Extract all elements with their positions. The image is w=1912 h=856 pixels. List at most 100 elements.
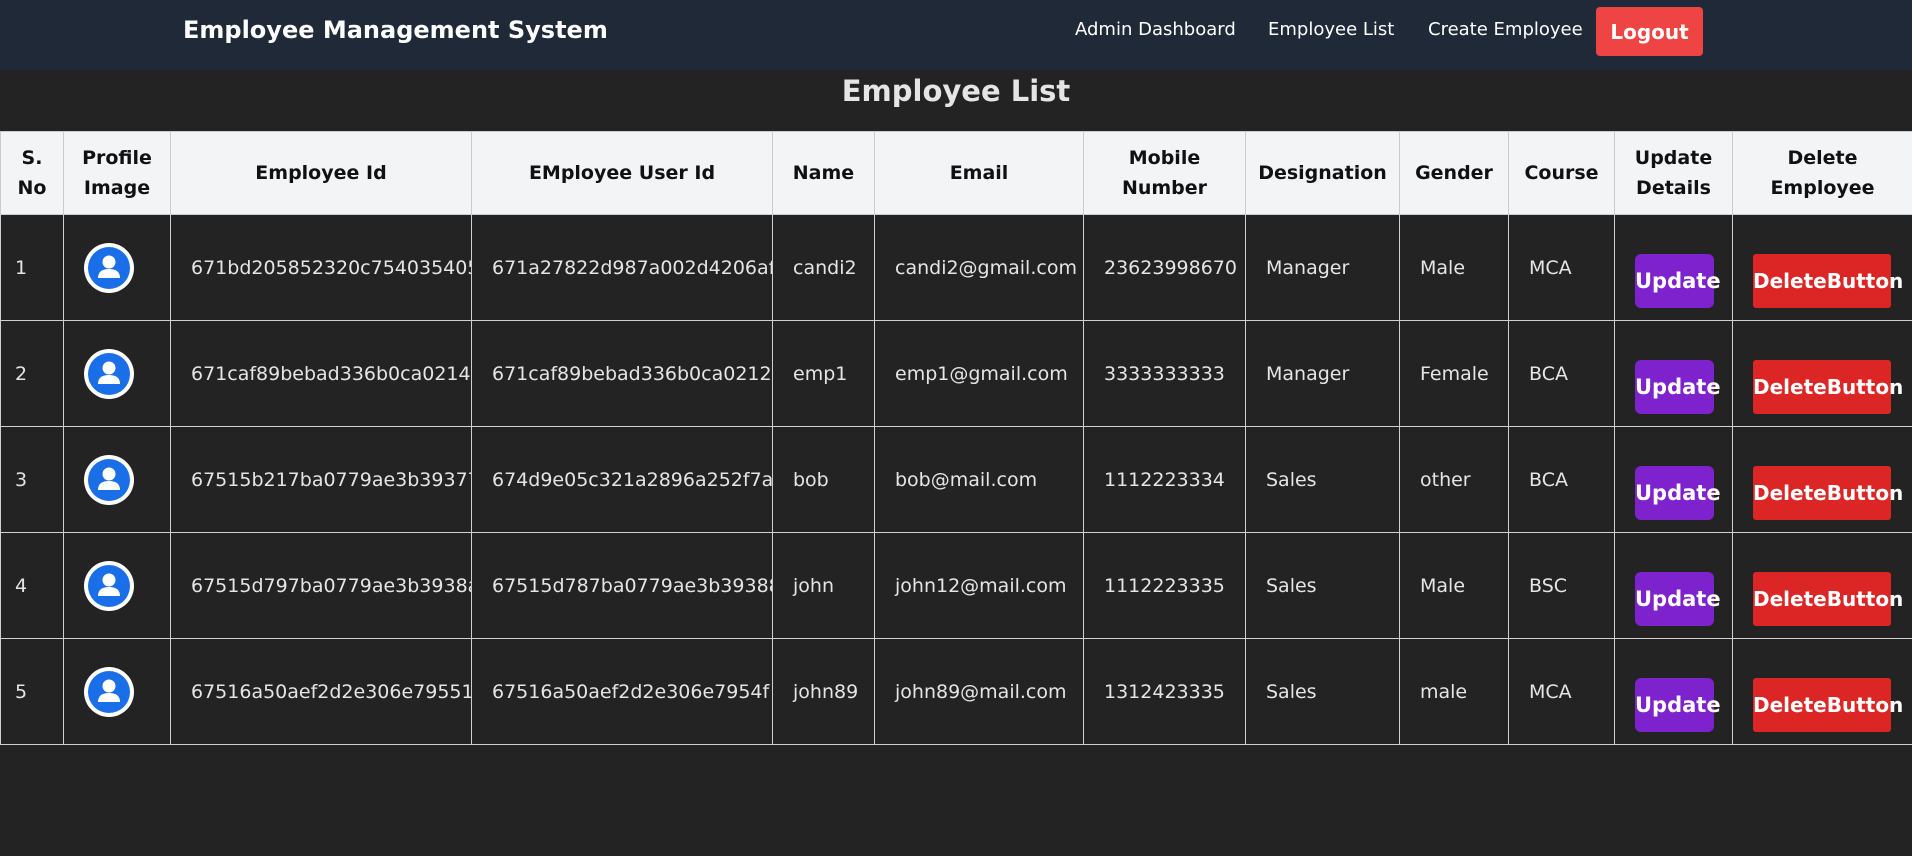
user-avatar-icon	[84, 242, 134, 293]
cell-course: BSC	[1508, 532, 1615, 639]
nav-create-employee[interactable]: Create Employee	[1428, 19, 1583, 40]
top-navbar: Employee Management System Admin Dashboa…	[0, 0, 1912, 70]
cell-update: Update	[1614, 214, 1733, 321]
cell-gender: Male	[1399, 214, 1509, 321]
cell-name: emp1	[772, 320, 875, 427]
cell-mobile: 23623998670	[1083, 214, 1246, 321]
cell-email: bob@mail.com	[874, 426, 1084, 533]
cell-gender: other	[1399, 426, 1509, 533]
cell-profile-image	[63, 426, 171, 533]
cell-profile-image	[63, 320, 171, 427]
cell-sno: 1	[0, 214, 64, 321]
cell-delete: DeleteButton	[1732, 214, 1912, 321]
header-employee-user-id: EMployee User Id	[471, 131, 773, 215]
header-name: Name	[772, 131, 875, 215]
cell-user-id: 67516a50aef2d2e306e7954f	[471, 638, 773, 745]
cell-update: Update	[1614, 532, 1733, 639]
delete-button[interactable]: DeleteButton	[1753, 359, 1903, 414]
cell-designation: Sales	[1245, 532, 1400, 639]
cell-employee-id: 671bd205852320c754035405	[170, 214, 472, 321]
cell-delete: DeleteButton	[1732, 638, 1912, 745]
update-button[interactable]: Update	[1635, 359, 1721, 414]
cell-update: Update	[1614, 426, 1733, 533]
cell-user-id: 67515d787ba0779ae3b39388	[471, 532, 773, 639]
cell-course: MCA	[1508, 638, 1615, 745]
header-sno: S. No	[0, 131, 64, 215]
update-button[interactable]: Update	[1635, 571, 1721, 626]
page-title: Employee List	[841, 74, 1071, 108]
user-avatar-icon	[84, 454, 134, 505]
cell-update: Update	[1614, 638, 1733, 745]
cell-profile-image	[63, 214, 171, 321]
cell-sno: 5	[0, 638, 64, 745]
header-profile-image: Profile Image	[63, 131, 171, 215]
header-update-details: Update Details	[1614, 131, 1733, 215]
cell-gender: Female	[1399, 320, 1509, 427]
cell-gender: Male	[1399, 532, 1509, 639]
cell-employee-id: 67515d797ba0779ae3b3938a	[170, 532, 472, 639]
cell-employee-id: 671caf89bebad336b0ca0214	[170, 320, 472, 427]
cell-user-id: 671a27822d987a002d4206af	[471, 214, 773, 321]
cell-gender: male	[1399, 638, 1509, 745]
cell-sno: 2	[0, 320, 64, 427]
header-delete-employee: Delete Employee	[1732, 131, 1912, 215]
employee-table: S. No Profile Image Employee Id EMployee…	[0, 131, 1912, 745]
user-avatar-icon	[84, 348, 134, 399]
cell-employee-id: 67516a50aef2d2e306e79551	[170, 638, 472, 745]
nav-admin-dashboard[interactable]: Admin Dashboard	[1075, 19, 1236, 40]
brand-title: Employee Management System	[183, 16, 608, 44]
cell-employee-id: 67515b217ba0779ae3b39377	[170, 426, 472, 533]
user-avatar-icon	[84, 666, 134, 717]
cell-name: john	[772, 532, 875, 639]
cell-email: emp1@gmail.com	[874, 320, 1084, 427]
cell-user-id: 671caf89bebad336b0ca0212	[471, 320, 773, 427]
header-course: Course	[1508, 131, 1615, 215]
cell-email: candi2@gmail.com	[874, 214, 1084, 321]
table-row: 1 671bd205852320c754035405 671a27822d987…	[0, 214, 1912, 321]
cell-mobile: 1112223334	[1083, 426, 1246, 533]
table-row: 5 67516a50aef2d2e306e79551 67516a50aef2d…	[0, 638, 1912, 745]
cell-name: john89	[772, 638, 875, 745]
update-button[interactable]: Update	[1635, 465, 1721, 520]
cell-delete: DeleteButton	[1732, 320, 1912, 427]
delete-button[interactable]: DeleteButton	[1753, 465, 1903, 520]
update-button[interactable]: Update	[1635, 677, 1721, 732]
cell-update: Update	[1614, 320, 1733, 427]
delete-button[interactable]: DeleteButton	[1753, 253, 1903, 308]
cell-profile-image	[63, 532, 171, 639]
delete-button[interactable]: DeleteButton	[1753, 571, 1903, 626]
table-row: 2 671caf89bebad336b0ca0214 671caf89bebad…	[0, 320, 1912, 427]
cell-name: bob	[772, 426, 875, 533]
cell-mobile: 3333333333	[1083, 320, 1246, 427]
cell-sno: 3	[0, 426, 64, 533]
header-gender: Gender	[1399, 131, 1509, 215]
table-row: 4 67515d797ba0779ae3b3938a 67515d787ba07…	[0, 532, 1912, 639]
header-designation: Designation	[1245, 131, 1400, 215]
delete-button[interactable]: DeleteButton	[1753, 677, 1903, 732]
logout-button[interactable]: Logout	[1596, 7, 1703, 56]
cell-mobile: 1112223335	[1083, 532, 1246, 639]
header-employee-id: Employee Id	[170, 131, 472, 215]
cell-profile-image	[63, 638, 171, 745]
cell-designation: Sales	[1245, 638, 1400, 745]
header-email: Email	[874, 131, 1084, 215]
cell-name: candi2	[772, 214, 875, 321]
table-row: 3 67515b217ba0779ae3b39377 674d9e05c321a…	[0, 426, 1912, 533]
cell-email: john89@mail.com	[874, 638, 1084, 745]
table-header-row: S. No Profile Image Employee Id EMployee…	[0, 131, 1912, 215]
cell-sno: 4	[0, 532, 64, 639]
nav-employee-list[interactable]: Employee List	[1268, 19, 1394, 40]
cell-designation: Manager	[1245, 320, 1400, 427]
cell-course: MCA	[1508, 214, 1615, 321]
header-mobile-number: Mobile Number	[1083, 131, 1246, 215]
cell-delete: DeleteButton	[1732, 426, 1912, 533]
cell-designation: Manager	[1245, 214, 1400, 321]
cell-designation: Sales	[1245, 426, 1400, 533]
cell-course: BCA	[1508, 320, 1615, 427]
user-avatar-icon	[84, 560, 134, 611]
cell-mobile: 1312423335	[1083, 638, 1246, 745]
cell-course: BCA	[1508, 426, 1615, 533]
update-button[interactable]: Update	[1635, 253, 1721, 308]
cell-email: john12@mail.com	[874, 532, 1084, 639]
cell-user-id: 674d9e05c321a2896a252f7a	[471, 426, 773, 533]
